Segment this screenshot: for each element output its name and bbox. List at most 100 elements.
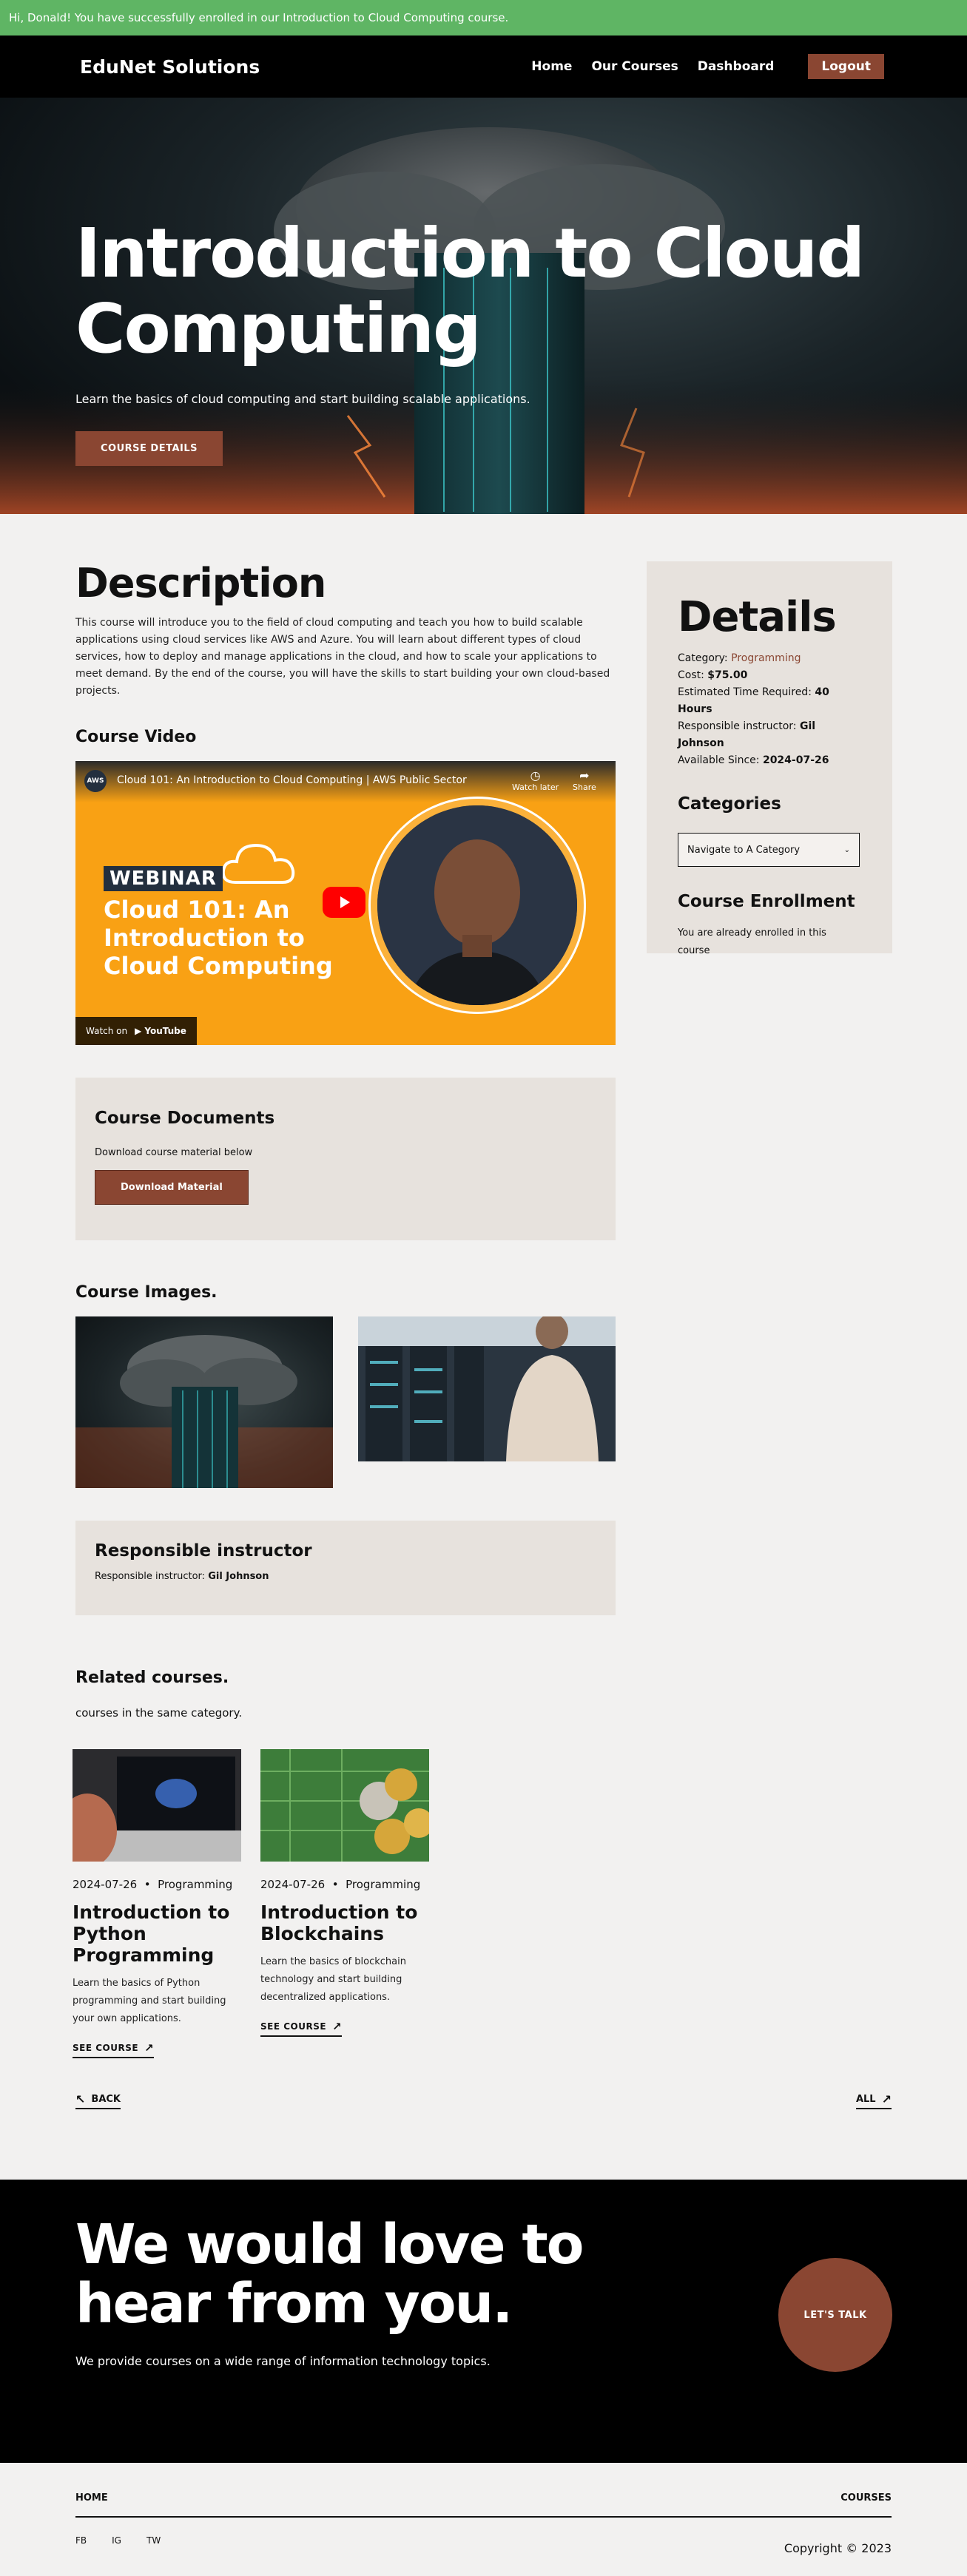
details-list: Category: Programming Cost: $75.00 Estim…: [678, 650, 861, 769]
nav-home[interactable]: Home: [531, 59, 572, 74]
alert-message: Hi, Donald! You have successfully enroll…: [9, 11, 509, 24]
site-header: EduNet Solutions Home Our Courses Dashbo…: [0, 36, 967, 98]
category-select[interactable]: Navigate to A Category ⌄: [678, 833, 860, 867]
arrow-up-right-icon: ↗: [144, 2041, 155, 2055]
arrow-up-left-icon: ↖: [75, 2092, 86, 2106]
course-pager: ↖ BACK ALL ↗: [75, 2092, 892, 2109]
related-courses-subtitle: courses in the same category.: [75, 1706, 243, 1720]
clock-icon: ◷: [530, 768, 541, 782]
instagram-link[interactable]: IG: [112, 2535, 121, 2546]
see-course-label: SEE COURSE: [73, 2043, 139, 2053]
related-course-title[interactable]: Introduction to Blockchains: [260, 1901, 429, 1944]
share-label: Share: [573, 782, 596, 792]
detail-cost-value: $75.00: [707, 669, 748, 681]
python-course-thumbnail[interactable]: [73, 1749, 241, 1862]
logout-button[interactable]: Logout: [808, 54, 884, 79]
main-nav: Home Our Courses Dashboard Logout: [531, 54, 884, 79]
detail-category: Category: Programming: [678, 650, 861, 667]
brand-logo[interactable]: EduNet Solutions: [80, 56, 260, 78]
related-courses-section: Related courses. courses in the same cat…: [73, 1669, 616, 2058]
presenter-illustration: [377, 805, 577, 1005]
meta-separator: •: [144, 1878, 151, 1891]
related-course-date: 2024-07-26: [260, 1878, 326, 1891]
hero-content: Introduction to Cloud Computing Learn th…: [75, 216, 889, 466]
detail-category-link[interactable]: Programming: [731, 652, 801, 664]
course-video-player[interactable]: AWS Cloud 101: An Introduction to Cloud …: [75, 761, 616, 1045]
detail-time-label: Estimated Time Required:: [678, 686, 812, 698]
watch-later-button[interactable]: ◷ Watch later: [512, 768, 559, 792]
description-text: This course will introduce you to the fi…: [75, 617, 610, 697]
footer-social-links: FB IG TW: [75, 2535, 161, 2546]
watch-on-youtube-button[interactable]: Watch on ▶ YouTube: [75, 1017, 197, 1045]
arrow-up-right-icon: ↗: [881, 2092, 892, 2106]
watch-later-label: Watch later: [512, 782, 559, 792]
lets-talk-button[interactable]: LET'S TALK: [778, 2258, 892, 2372]
related-course-category[interactable]: Programming: [346, 1878, 420, 1891]
related-course-meta: 2024-07-26 • Programming: [260, 1878, 429, 1891]
course-video-heading: Course Video: [75, 728, 197, 746]
instructor-label: Responsible instructor:: [95, 1571, 206, 1582]
course-images-heading: Course Images.: [75, 1283, 218, 1302]
detail-cost: Cost: $75.00: [678, 667, 861, 684]
nav-dashboard[interactable]: Dashboard: [698, 59, 775, 74]
hero-subtitle: Learn the basics of cloud computing and …: [75, 392, 530, 406]
course-images-gallery: [75, 1316, 616, 1488]
blockchain-course-thumbnail[interactable]: [260, 1749, 429, 1862]
see-course-link[interactable]: SEE COURSE ↗: [73, 2041, 155, 2058]
share-button[interactable]: ➦ Share: [573, 768, 596, 792]
see-course-link[interactable]: SEE COURSE ↗: [260, 2020, 343, 2037]
contact-title: We would love to hear from you.: [75, 2215, 584, 2336]
course-details-button[interactable]: COURSE DETAILS: [75, 431, 223, 466]
detail-cost-label: Cost:: [678, 669, 704, 681]
meta-separator: •: [331, 1878, 339, 1891]
details-heading: Details: [678, 593, 837, 641]
course-image-cloud-tower[interactable]: [75, 1316, 333, 1488]
footer-divider: [75, 2516, 892, 2518]
footer-nav: HOME COURSES: [75, 2492, 892, 2504]
related-courses-grid: 2024-07-26 • Programming Introduction to…: [73, 1749, 616, 2058]
related-course-date: 2024-07-26: [73, 1878, 138, 1891]
back-link[interactable]: ↖ BACK: [75, 2092, 121, 2109]
watch-on-label: Watch on: [86, 1026, 128, 1036]
related-courses-heading: Related courses.: [75, 1669, 229, 1687]
hero-title-line2: Computing: [75, 289, 482, 368]
detail-category-label: Category:: [678, 652, 728, 664]
footer-courses-link[interactable]: COURSES: [840, 2492, 892, 2504]
youtube-label: YouTube: [144, 1026, 186, 1036]
video-title[interactable]: Cloud 101: An Introduction to Cloud Comp…: [117, 774, 467, 786]
related-course-meta: 2024-07-26 • Programming: [73, 1878, 241, 1891]
course-image-server-room[interactable]: [358, 1316, 616, 1461]
youtube-logo-icon: ▶ YouTube: [134, 1026, 186, 1036]
related-course-card: 2024-07-26 • Programming Introduction to…: [73, 1749, 241, 2058]
success-alert: Hi, Donald! You have successfully enroll…: [0, 0, 967, 36]
course-documents-text: Download course material below: [95, 1147, 253, 1158]
twitter-link[interactable]: TW: [146, 2535, 161, 2546]
facebook-link[interactable]: FB: [75, 2535, 87, 2546]
copyright-text: Copyright © 2023: [784, 2541, 892, 2555]
detail-instructor-label: Responsible instructor:: [678, 720, 797, 732]
related-course-category[interactable]: Programming: [158, 1878, 232, 1891]
responsible-instructor-text: Responsible instructor: Gil Johnson: [95, 1571, 596, 1582]
contact-title-line2: hear from you.: [75, 2272, 513, 2336]
course-main: Description This course will introduce y…: [0, 514, 967, 2180]
related-course-description: Learn the basics of blockchain technolog…: [260, 1956, 406, 2003]
aws-channel-icon[interactable]: AWS: [84, 770, 107, 792]
footer-home-link[interactable]: HOME: [75, 2492, 108, 2504]
course-enrollment-text: You are already enrolled in this course: [678, 927, 826, 956]
server-room-illustration: [358, 1316, 616, 1461]
play-button[interactable]: [323, 887, 365, 918]
chevron-down-icon: ⌄: [843, 845, 850, 854]
contact-section: We would love to hear from you. We provi…: [0, 2180, 967, 2463]
course-enrollment-heading: Course Enrollment: [678, 892, 855, 911]
video-heading-line1: Cloud 101: An: [104, 896, 290, 924]
play-icon: [340, 896, 350, 908]
course-documents-card: Course Documents Download course materia…: [75, 1078, 616, 1240]
download-material-button[interactable]: Download Material: [95, 1170, 249, 1205]
nav-our-courses[interactable]: Our Courses: [591, 59, 678, 74]
video-heading-line3: Cloud Computing: [104, 952, 333, 980]
detail-instructor: Responsible instructor: Gil Johnson: [678, 718, 861, 752]
related-course-title[interactable]: Introduction to Python Programming: [73, 1901, 241, 1966]
presenter-photo: [377, 805, 577, 1005]
all-courses-link[interactable]: ALL ↗: [855, 2092, 892, 2109]
categories-heading: Categories: [678, 794, 781, 814]
